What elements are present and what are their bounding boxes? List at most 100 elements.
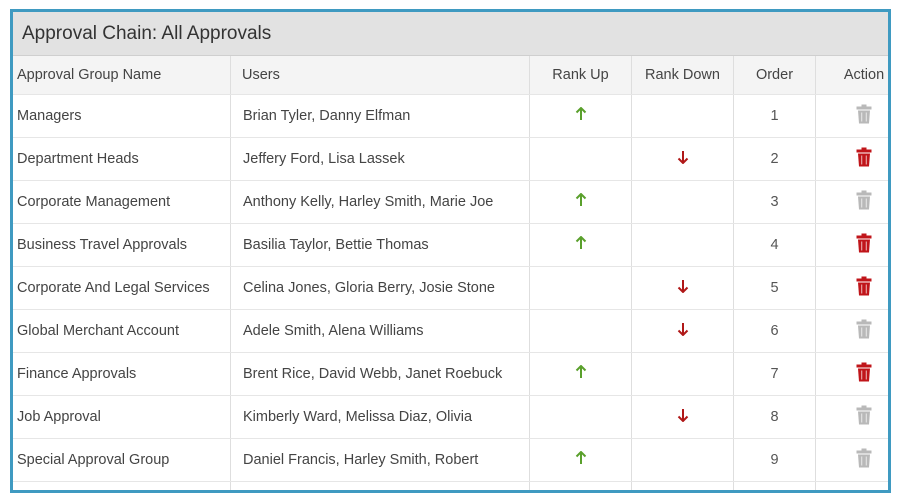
users-cell: Jeffery Ford, Lisa Lassek — [230, 137, 530, 181]
trash-icon[interactable] — [856, 104, 872, 128]
order-cell: 8 — [733, 395, 816, 439]
rank-down-cell — [631, 395, 734, 439]
table-row[interactable]: Corporate And Legal Services Celina Jones… — [13, 266, 888, 310]
rank-up-cell — [529, 94, 632, 138]
action-cell — [815, 137, 888, 181]
table-row[interactable]: Business Travel Approvals Basilia Taylor,… — [13, 223, 888, 267]
table-body: Managers Brian Tyler, Danny Elfman 1 Depart… — [13, 94, 889, 493]
column-header-users[interactable]: Users — [230, 56, 530, 95]
action-cell — [815, 266, 888, 310]
action-cell — [815, 438, 888, 482]
order-cell: 5 — [733, 266, 816, 310]
table-row[interactable]: Department Heads Jeffery Ford, Lisa Lasse… — [13, 137, 888, 181]
users-cell: Anthony Kelly, Harley Smith, Marie Joe — [230, 180, 530, 224]
users-cell: Celina Jones, Gloria Berry, Josie Stone — [230, 266, 530, 310]
users-cell: Brent Rice, David Webb, Janet Roebuck — [230, 352, 530, 396]
table-row[interactable]: Global Merchant Account Adele Smith, Alen… — [13, 309, 888, 353]
table-header-row: Approval Group Name Users Rank Up Rank D… — [13, 56, 888, 95]
table-row[interactable]: Finance Approvals Brent Rice, David Webb,… — [13, 352, 888, 396]
group-name-cell: Global Merchant Account — [13, 309, 231, 353]
group-name-cell: Corporate And Legal Services — [13, 266, 231, 310]
group-name-cell: Job Approval — [13, 395, 231, 439]
order-cell: 4 — [733, 223, 816, 267]
trash-icon[interactable] — [856, 233, 872, 257]
users-cell: Basilia Taylor, Bettie Thomas — [230, 223, 530, 267]
column-header-action: Action — [815, 56, 888, 95]
column-header-rank-down[interactable]: Rank Down — [631, 56, 734, 95]
rank-up-cell — [529, 309, 632, 353]
order-cell: 6 — [733, 309, 816, 353]
group-name-cell: Managers — [13, 94, 231, 138]
column-header-group-name[interactable]: Approval Group Name — [13, 56, 231, 95]
column-header-order[interactable]: Order — [733, 56, 816, 95]
rank-up-cell — [529, 395, 632, 439]
rank-up-cell — [529, 223, 632, 267]
rank-up-cell — [529, 180, 632, 224]
panel-title: Approval Chain: All Approvals — [13, 12, 888, 56]
action-cell — [815, 223, 888, 267]
rank-down-cell — [631, 223, 734, 267]
arrow-down-icon[interactable] — [677, 408, 689, 426]
group-name-cell: Vacation Approval Group — [13, 481, 231, 490]
order-cell: 9 — [733, 481, 816, 490]
table-row[interactable]: Corporate Management Anthony Kelly, Harle… — [13, 180, 888, 224]
rank-up-cell — [529, 352, 632, 396]
arrow-down-icon[interactable] — [677, 322, 689, 340]
order-cell: 9 — [733, 438, 816, 482]
rank-down-cell — [631, 137, 734, 181]
order-cell: 2 — [733, 137, 816, 181]
trash-icon[interactable] — [856, 448, 872, 472]
rank-down-cell — [631, 481, 734, 490]
arrow-up-icon[interactable] — [575, 450, 587, 469]
arrow-up-icon[interactable] — [575, 364, 587, 383]
arrow-up-icon[interactable] — [575, 235, 587, 254]
arrow-down-icon[interactable] — [677, 150, 689, 168]
group-name-cell: Special Approval Group — [13, 438, 231, 482]
action-cell — [815, 180, 888, 224]
rank-down-cell — [631, 352, 734, 396]
users-cell: Brian Tyler, Danny Elfman — [230, 94, 530, 138]
group-name-cell: Corporate Management — [13, 180, 231, 224]
trash-icon[interactable] — [856, 491, 872, 493]
group-name-cell: Finance Approvals — [13, 352, 231, 396]
trash-icon[interactable] — [856, 405, 872, 429]
approval-chain-panel: Approval Chain: All Approvals Approval G… — [10, 9, 891, 493]
arrow-up-icon[interactable] — [575, 192, 587, 211]
trash-icon[interactable] — [856, 362, 872, 386]
arrow-up-icon[interactable] — [575, 106, 587, 125]
order-cell: 1 — [733, 94, 816, 138]
action-cell — [815, 395, 888, 439]
trash-icon[interactable] — [856, 319, 872, 343]
table-row[interactable]: Job Approval Kimberly Ward, Melissa Diaz,… — [13, 395, 888, 439]
rank-down-cell — [631, 180, 734, 224]
order-cell: 7 — [733, 352, 816, 396]
rank-down-cell — [631, 94, 734, 138]
action-cell — [815, 352, 888, 396]
rank-down-cell — [631, 309, 734, 353]
rank-up-cell — [529, 266, 632, 310]
group-name-cell: Business Travel Approvals — [13, 223, 231, 267]
users-cell: Adele Smith, Alena Williams — [230, 309, 530, 353]
rank-up-cell — [529, 137, 632, 181]
action-cell — [815, 309, 888, 353]
column-header-rank-up[interactable]: Rank Up — [529, 56, 632, 95]
trash-icon[interactable] — [856, 147, 872, 171]
users-cell: Kimberly Ward, Melissa Diaz, Olivia — [230, 395, 530, 439]
rank-down-cell — [631, 438, 734, 482]
group-name-cell: Department Heads — [13, 137, 231, 181]
arrow-down-icon[interactable] — [677, 279, 689, 297]
users-cell: Daniel Francis, Harley Smith, Robert — [230, 438, 530, 482]
order-cell: 3 — [733, 180, 816, 224]
table-row[interactable]: Special Approval Group Daniel Francis, Ha… — [13, 438, 888, 482]
rank-up-cell — [529, 438, 632, 482]
action-cell — [816, 482, 889, 493]
action-cell — [815, 94, 888, 138]
users-cell: Adele Smith, Callie Martin, Dalia Lopez — [230, 481, 530, 490]
approvals-table: Approval Group Name Users Rank Up Rank D… — [13, 56, 889, 493]
table-row[interactable]: Vacation Approval GroupAdele Smith, Call… — [13, 481, 889, 493]
rank-up-cell — [529, 481, 632, 490]
trash-icon[interactable] — [856, 276, 872, 300]
table-row[interactable]: Managers Brian Tyler, Danny Elfman 1 — [13, 94, 888, 138]
trash-icon[interactable] — [856, 190, 872, 214]
rank-down-cell — [631, 266, 734, 310]
